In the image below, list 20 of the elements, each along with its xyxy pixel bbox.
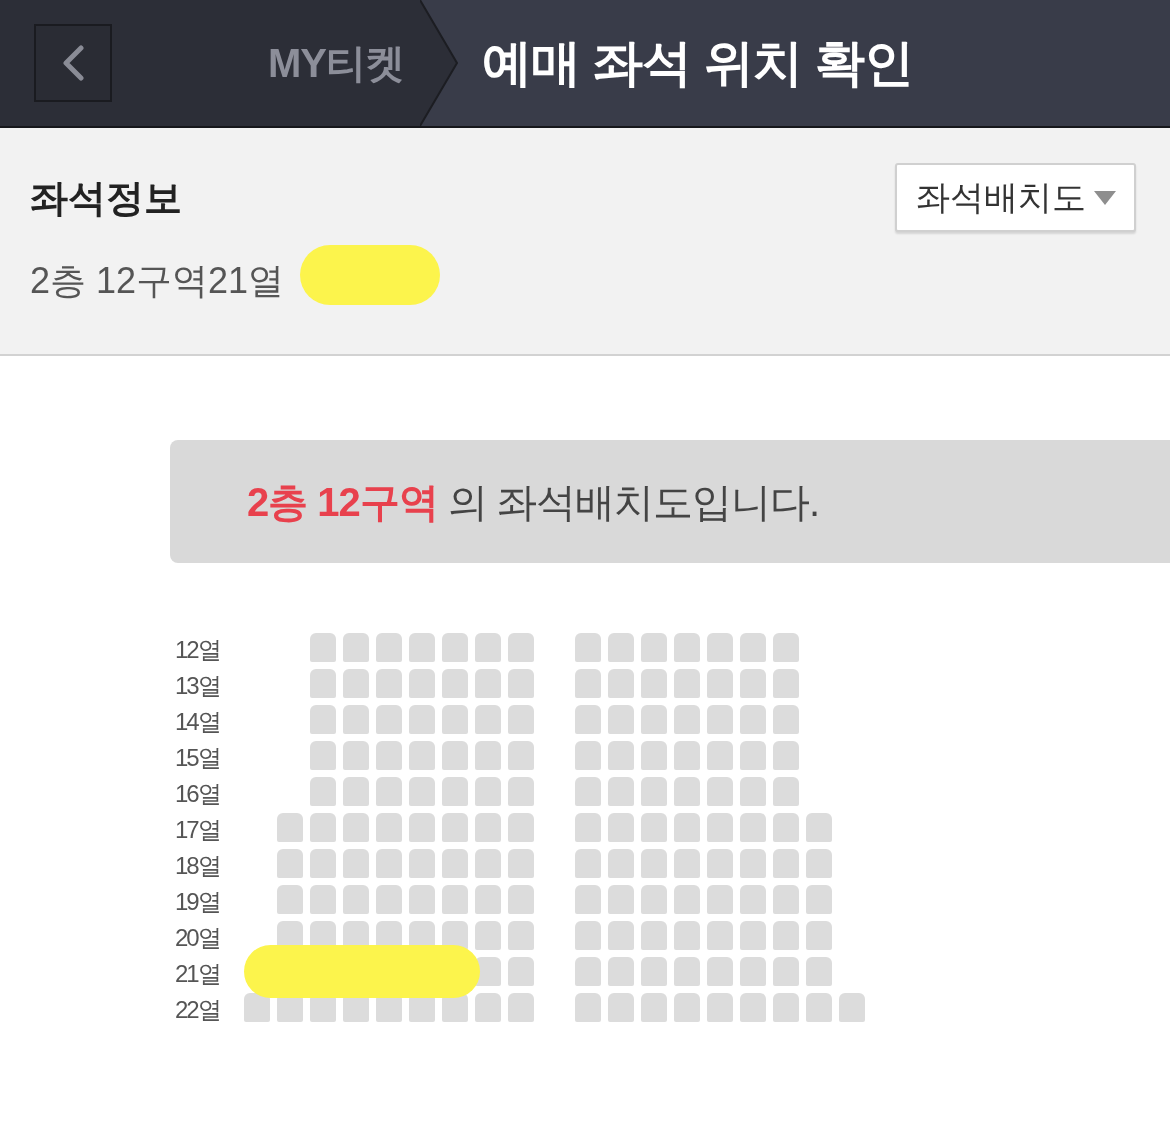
section-heading: 좌석정보	[30, 175, 182, 221]
caret-down-icon	[1093, 190, 1116, 205]
seat-chart-caption: 2층 12구역 의 좌석배치도입니다.	[247, 478, 820, 526]
row-label: 18열	[175, 851, 221, 881]
chevron-left-icon	[62, 45, 84, 81]
row-label: 13열	[175, 671, 221, 701]
row-label: 16열	[175, 779, 221, 809]
row-label: 20열	[175, 923, 221, 953]
seat-location: 2층 12구역21열	[30, 260, 285, 302]
row-label: 14열	[175, 707, 221, 737]
back-button[interactable]	[34, 24, 112, 102]
seat-chart-dropdown[interactable]: 좌석배치도	[895, 163, 1136, 232]
row-label: 17열	[175, 815, 221, 845]
row-label: 22열	[175, 995, 221, 1025]
row-label: 21열	[175, 959, 221, 989]
row-label: 19열	[175, 887, 221, 917]
breadcrumb-link[interactable]: MY티켓	[268, 39, 404, 87]
row-label: 15열	[175, 743, 221, 773]
page-title: 예매 좌석 위치 확인	[482, 34, 913, 93]
row-label: 12열	[175, 635, 221, 665]
